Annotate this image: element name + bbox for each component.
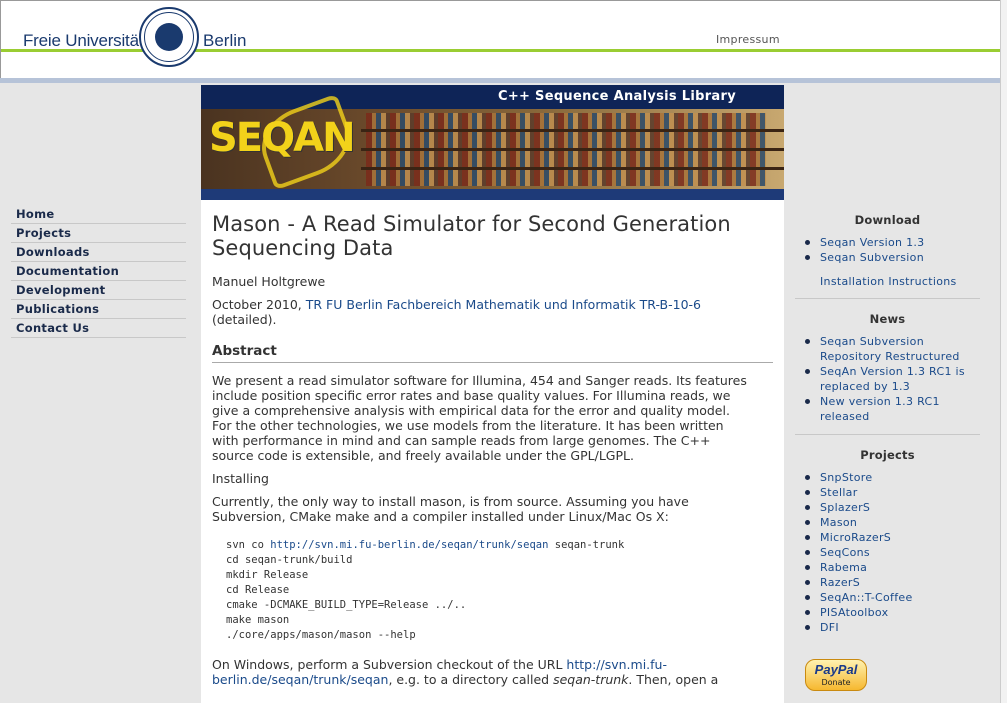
project-item[interactable]: SnpStore — [805, 470, 980, 485]
fu-logo-text-left[interactable]: Freie Universität — [23, 31, 144, 51]
code-line: cd Release — [226, 584, 290, 596]
download-section: Download Seqan Version 1.3 Seqan Subvers… — [795, 213, 980, 299]
download-item[interactable]: Seqan Version 1.3 — [805, 235, 980, 250]
fu-logo-text-right[interactable]: Berlin — [203, 31, 246, 51]
right-sidebar: Download Seqan Version 1.3 Seqan Subvers… — [795, 200, 980, 691]
news-item[interactable]: SeqAn Version 1.3 RC1 is replaced by 1.3 — [805, 364, 980, 394]
project-item[interactable]: SplazerS — [805, 500, 980, 515]
site-header: Freie Universität Berlin Impressum — [0, 0, 1007, 80]
installing-heading: Installing — [212, 471, 269, 486]
project-item[interactable]: PISAtoolbox — [805, 605, 980, 620]
publication-link[interactable]: TR FU Berlin Fachbereich Mathematik und … — [306, 297, 701, 312]
project-item[interactable]: SeqCons — [805, 545, 980, 560]
header-blue-rule — [0, 78, 1007, 83]
installation-instructions-link[interactable]: Installation Instructions — [795, 275, 980, 288]
paypal-logo: PayPal — [814, 662, 858, 677]
page-title: Mason - A Read Simulator for Second Gene… — [212, 212, 731, 260]
download-heading: Download — [854, 213, 921, 227]
seqan-banner: C++ Sequence Analysis Library SEQAN — [201, 85, 784, 200]
page-scrollbar[interactable] — [1000, 0, 1007, 703]
main-navigation: Home Projects Downloads Documentation De… — [11, 205, 186, 338]
news-heading: News — [869, 312, 906, 326]
project-item[interactable]: MicroRazerS — [805, 530, 980, 545]
project-item[interactable]: SeqAn::T-Coffee — [805, 590, 980, 605]
impressum-link[interactable]: Impressum — [716, 33, 780, 46]
publication-date: October 2010, — [212, 297, 306, 312]
abstract-heading: Abstract — [212, 343, 773, 363]
code-line: ./core/apps/mason/mason --help — [226, 629, 416, 641]
install-code-block: svn co http://svn.mi.fu-berlin.de/seqan/… — [226, 538, 773, 643]
news-item[interactable]: Seqan Subversion Repository Restructured — [805, 334, 980, 364]
projects-heading: Projects — [860, 448, 915, 462]
nav-item-home[interactable]: Home — [11, 205, 186, 224]
publication-info: October 2010, TR FU Berlin Fachbereich M… — [212, 297, 742, 327]
nav-item-contact-us[interactable]: Contact Us — [11, 319, 186, 338]
fu-seal-logo[interactable] — [139, 7, 199, 67]
news-item[interactable]: New version 1.3 RC1 released — [805, 394, 980, 424]
project-item[interactable]: DFI — [805, 620, 980, 635]
code-line: cmake -DCMAKE_BUILD_TYPE=Release ../.. — [226, 599, 467, 611]
nav-item-publications[interactable]: Publications — [11, 300, 186, 319]
banner-title: C++ Sequence Analysis Library — [497, 89, 736, 104]
nav-item-downloads[interactable]: Downloads — [11, 243, 186, 262]
code-line: mkdir Release — [226, 569, 309, 581]
main-content: Mason - A Read Simulator for Second Gene… — [201, 200, 784, 703]
paypal-donate-button[interactable]: PayPal Donate — [805, 659, 867, 691]
download-item[interactable]: Seqan Subversion — [805, 250, 980, 265]
project-item[interactable]: Stellar — [805, 485, 980, 500]
news-section: News Seqan Subversion Repository Restruc… — [795, 312, 980, 435]
author-name: Manuel Holtgrewe — [212, 274, 326, 289]
code-line: make mason — [226, 614, 290, 626]
install-text: Currently, the only way to install mason… — [212, 494, 689, 524]
code-line: svn co http://svn.mi.fu-berlin.de/seqan/… — [226, 539, 625, 551]
code-line: cd seqan-trunk/build — [226, 554, 353, 566]
project-item[interactable]: Mason — [805, 515, 980, 530]
nav-item-documentation[interactable]: Documentation — [11, 262, 186, 281]
project-item[interactable]: Rabema — [805, 560, 980, 575]
abstract-text: We present a read simulator software for… — [212, 373, 747, 463]
projects-section: Projects SnpStore Stellar SplazerS Mason… — [795, 448, 980, 635]
project-item[interactable]: RazerS — [805, 575, 980, 590]
publication-suffix: (detailed). — [212, 312, 277, 327]
nav-item-development[interactable]: Development — [11, 281, 186, 300]
nav-item-projects[interactable]: Projects — [11, 224, 186, 243]
windows-install-text: On Windows, perform a Subversion checkou… — [212, 657, 719, 687]
seqan-logo[interactable]: SEQAN — [209, 115, 356, 161]
donate-label: Donate — [821, 678, 851, 687]
svn-url-link[interactable]: http://svn.mi.fu-berlin.de/seqan/trunk/s… — [270, 539, 548, 551]
